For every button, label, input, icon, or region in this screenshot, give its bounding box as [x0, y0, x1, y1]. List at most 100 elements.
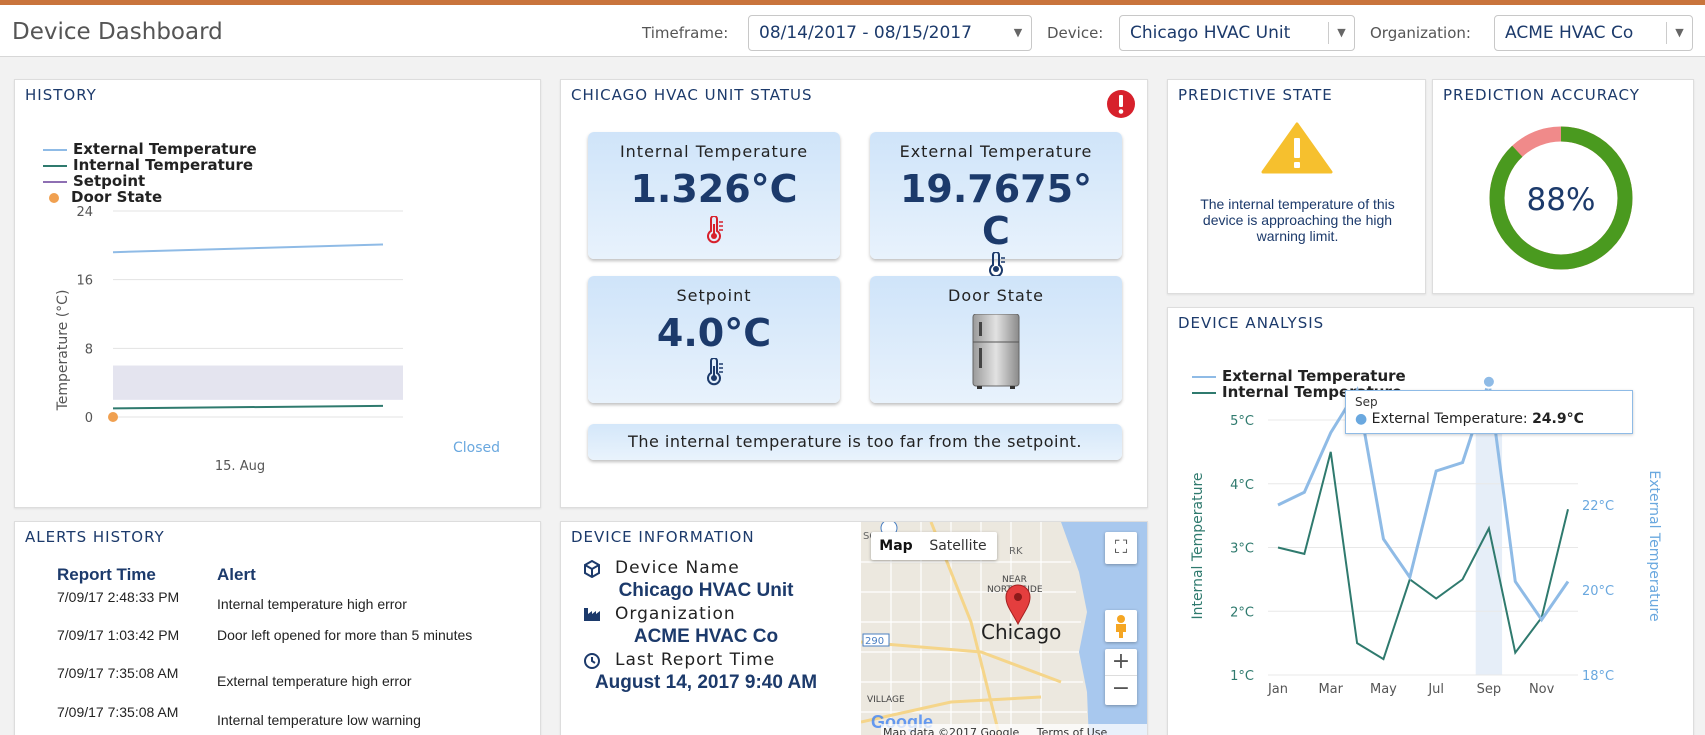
alert-time: 7/09/17 7:35:08 AM — [57, 665, 179, 681]
status-title: CHICAGO HVAC UNIT STATUS — [571, 86, 813, 104]
alert-time: 7/09/17 1:03:42 PM — [57, 627, 180, 643]
alerts-history-panel: ALERTS HISTORY Report Time Alert 7/09/17… — [14, 521, 541, 735]
hover-highlight-band — [1475, 430, 1503, 675]
internal-temperature-line — [112, 404, 384, 410]
predictive-state-panel: PREDICTIVE STATE The internal temperatur… — [1167, 79, 1426, 294]
thermometer-icon — [707, 358, 723, 386]
external-temperature-card: External Temperature 19.7675° C — [870, 132, 1122, 276]
cube-icon — [584, 560, 600, 578]
tooltip-value: 24.9°C — [1532, 411, 1584, 427]
clock-icon — [584, 653, 600, 669]
door-state-card: Door State — [870, 276, 1122, 403]
right-y-tick-label: 22°C — [1582, 499, 1614, 514]
organization-select[interactable]: ACME HVAC Co ▼ — [1494, 15, 1693, 51]
status-panel: CHICAGO HVAC UNIT STATUS Internal Temper… — [560, 79, 1148, 508]
x-tick-15-aug: 15. Aug — [215, 459, 265, 474]
tooltip-bullet-icon: ● — [1355, 411, 1372, 427]
y-tick-label: 16 — [76, 274, 93, 289]
left-y-tick-label: 1°C — [1230, 669, 1254, 684]
y-tick-label: 0 — [85, 411, 93, 426]
fullscreen-icon[interactable]: ⛶ — [1105, 532, 1137, 564]
device-label: Device: — [1047, 24, 1104, 42]
area-label-village: VILLAGE — [867, 695, 905, 705]
card-label: Setpoint — [676, 286, 752, 305]
chevron-down-icon: ▼ — [1328, 22, 1354, 44]
col-alert: Alert — [217, 565, 256, 584]
organization-label: Organization: — [1370, 24, 1471, 42]
setpoint-card: Setpoint 4.0°C — [588, 276, 840, 403]
card-label: Door State — [948, 286, 1044, 305]
map-pin-icon[interactable] — [1003, 582, 1033, 626]
door-state-point — [108, 412, 118, 422]
card-value: 4.0°C — [656, 311, 772, 355]
device-value: Chicago HVAC Unit — [1130, 23, 1291, 43]
y-tick-label: 8 — [85, 342, 93, 357]
left-y-tick-label: 2°C — [1230, 605, 1254, 620]
left-y-tick-label: 3°C — [1230, 542, 1254, 557]
card-value-line-1: 19.7675° — [899, 167, 1093, 211]
alert-message: Internal temperature high error — [217, 596, 407, 612]
dashboard-header: Device Dashboard Timeframe: 08/14/2017 -… — [0, 5, 1705, 57]
map-tab[interactable]: Map — [872, 532, 920, 560]
timeframe-value: 08/14/2017 - 08/15/2017 — [759, 23, 972, 43]
timeframe-select[interactable]: 08/14/2017 - 08/15/2017 ▼ — [748, 15, 1032, 51]
tooltip-month: Sep — [1355, 395, 1378, 409]
external-temperature-line — [112, 243, 384, 254]
internal-temperature-line — [1277, 451, 1569, 661]
tooltip-series: External Temperature: — [1371, 411, 1533, 427]
street-view-pegman-icon[interactable] — [1105, 610, 1137, 642]
map-attribution-bar: Map data ©2017 Google Terms of Use — [881, 724, 1147, 735]
terms-of-use-link[interactable]: Terms of Use — [1037, 726, 1108, 735]
device-name-label: Device Name — [615, 558, 740, 578]
right-y-tick-label: 18°C — [1582, 669, 1614, 684]
alert-message: External temperature high error — [217, 673, 412, 689]
last-report-label: Last Report Time — [615, 650, 776, 670]
organization-value: ACME HVAC Co — [1505, 23, 1634, 43]
card-label: External Temperature — [899, 142, 1093, 161]
left-y-tick-label: 4°C — [1230, 478, 1254, 493]
device-analysis-panel: DEVICE ANALYSIS External Temperature Int… — [1167, 307, 1694, 735]
alerts-title: ALERTS HISTORY — [25, 528, 165, 546]
map-view[interactable]: 290 SQ RK NEAR NORTH SIDE VILLAGE Chicag… — [861, 522, 1147, 735]
timeframe-label: Timeframe: — [642, 24, 729, 42]
predictive-text: The internal temperature of this device … — [1200, 196, 1395, 244]
x-tick-label: Jan — [1267, 682, 1288, 697]
tooltip-body: ● External Temperature: 24.9°C — [1355, 411, 1584, 427]
status-message: The internal temperature is too far from… — [588, 424, 1122, 460]
svg-text:290: 290 — [865, 636, 884, 647]
map-attribution: Map data ©2017 Google — [883, 726, 1020, 735]
organization-value: ACME HVAC Co — [633, 626, 779, 647]
zoom-control: + − — [1105, 649, 1137, 705]
chevron-down-icon: ▼ — [1013, 26, 1023, 39]
x-tick-label: May — [1370, 682, 1397, 697]
history-chart: 24 16 8 0 Temperature (°C) 15. Aug Closed — [55, 205, 500, 474]
accuracy-value: 88% — [1527, 182, 1596, 218]
device-info-title: DEVICE INFORMATION — [571, 528, 755, 546]
right-axis-title: External Temperature — [1646, 470, 1662, 621]
alert-time: 7/09/17 7:35:08 AM — [57, 704, 179, 720]
prediction-accuracy-panel: PREDICTION ACCURACY 88% — [1432, 79, 1694, 294]
zoom-in-button[interactable]: + — [1105, 649, 1137, 675]
chevron-down-icon: ▼ — [1666, 22, 1692, 44]
card-value-line-2: C — [982, 209, 1010, 253]
card-value: 1.326°C — [630, 167, 798, 211]
left-y-tick-label: 5°C — [1230, 414, 1254, 429]
hovered-point[interactable] — [1481, 374, 1496, 389]
page-title: Device Dashboard — [12, 19, 223, 45]
refrigerator-icon — [972, 314, 1020, 389]
door-state-label: Closed — [453, 440, 500, 456]
organization-label: Organization — [615, 604, 736, 624]
y-axis-title: Temperature (°C) — [55, 290, 71, 412]
warning-triangle-icon — [1261, 122, 1333, 174]
exclamation-circle-icon[interactable] — [1105, 88, 1137, 120]
y-tick-label: 24 — [76, 205, 93, 220]
thermometer-icon — [707, 216, 723, 244]
internal-temperature-card: Internal Temperature 1.326°C — [588, 132, 840, 259]
card-label: Internal Temperature — [619, 142, 809, 161]
history-panel: HISTORY External Temperature Internal Te… — [14, 79, 541, 508]
alert-time: 7/09/17 2:48:33 PM — [57, 589, 180, 605]
satellite-tab[interactable]: Satellite — [920, 532, 996, 560]
device-select[interactable]: Chicago HVAC Unit ▼ — [1119, 15, 1355, 51]
zoom-out-button[interactable]: − — [1105, 675, 1137, 702]
x-tick-label: Nov — [1529, 682, 1555, 697]
